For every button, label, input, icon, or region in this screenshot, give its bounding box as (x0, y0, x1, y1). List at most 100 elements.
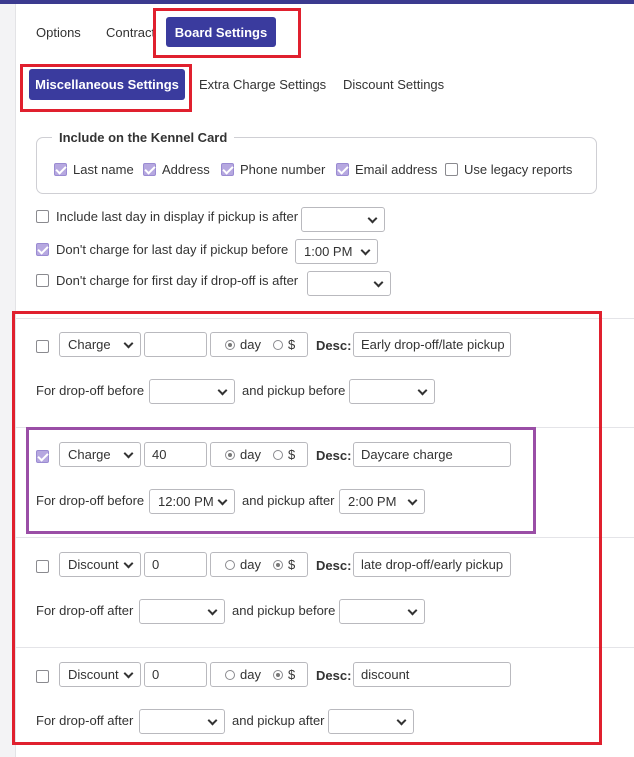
rule-4-checkbox[interactable] (36, 670, 49, 683)
chevron-down-icon (407, 495, 418, 506)
rule-1-pickup-select[interactable] (349, 379, 435, 404)
rule-1-unit-dollar-label: $ (288, 337, 296, 352)
rule-1-unit-group: day $ (210, 332, 308, 357)
rule-4-unit-day-label: day (240, 667, 261, 682)
rule-4-pickup-select[interactable] (328, 709, 414, 734)
email-address-checkbox[interactable] (336, 163, 349, 176)
rule-2-pickup-value: 2:00 PM (348, 494, 397, 509)
last-day-no-charge-time-value: 1:00 PM (304, 244, 353, 259)
address-checkbox[interactable] (143, 163, 156, 176)
divider (16, 427, 634, 428)
rule-3-amount-input[interactable]: 0 (144, 552, 207, 577)
rule-3-unit-group: day $ (210, 552, 308, 577)
rule-2-unit-day-label: day (240, 447, 261, 462)
rule-3-checkbox[interactable] (36, 560, 49, 573)
rule-4-desc-label: Desc: (316, 668, 352, 683)
chevron-down-icon (207, 715, 218, 726)
rule-3-type-value: Discount (68, 557, 119, 572)
phone-number-label: Phone number (240, 162, 326, 177)
chevron-down-icon (217, 385, 228, 396)
rule-2-checkbox[interactable] (36, 450, 49, 463)
rule-1-pickup-label: and pickup before (242, 383, 346, 398)
rule-1-type-select[interactable]: Charge (59, 332, 141, 357)
first-day-no-charge-checkbox[interactable] (36, 274, 49, 287)
rule-3-pickup-label: and pickup before (232, 603, 336, 618)
rule-2-unit-group: day $ (210, 442, 308, 467)
divider (16, 647, 634, 648)
last-day-no-charge-time-select[interactable]: 1:00 PM (295, 239, 378, 264)
rule-1-amount-input[interactable] (144, 332, 207, 357)
chevron-down-icon (123, 558, 134, 569)
rule-3-unit-day-radio[interactable] (225, 560, 235, 570)
rule-2-dropoff-value: 12:00 PM (158, 494, 214, 509)
last-name-checkbox[interactable] (54, 163, 67, 176)
rule-2-unit-day-radio[interactable] (225, 450, 235, 460)
rule-4-unit-dollar-label: $ (288, 667, 296, 682)
rule-4-type-select[interactable]: Discount (59, 662, 141, 687)
use-legacy-reports-label: Use legacy reports (464, 162, 573, 177)
chevron-down-icon (367, 213, 378, 224)
rule-1-desc-label: Desc: (316, 338, 352, 353)
chevron-down-icon (360, 245, 371, 256)
include-last-day-label: Include last day in display if pickup is… (56, 209, 299, 224)
phone-number-checkbox[interactable] (221, 163, 234, 176)
rule-2-unit-dollar-radio[interactable] (273, 450, 283, 460)
divider (16, 318, 634, 319)
rule-1-desc-input[interactable]: Early drop-off/late pickup (353, 332, 511, 357)
rule-2-type-select[interactable]: Charge (59, 442, 141, 467)
rule-1-unit-day-label: day (240, 337, 261, 352)
rule-3-unit-dollar-radio[interactable] (273, 560, 283, 570)
last-day-no-charge-checkbox[interactable] (36, 243, 49, 256)
rule-2-amount-input[interactable]: 40 (144, 442, 207, 467)
chevron-down-icon (123, 668, 134, 679)
chevron-down-icon (217, 495, 228, 506)
rule-3-dropoff-label: For drop-off after (36, 603, 134, 618)
tab-contract[interactable]: Contract (106, 25, 155, 40)
rule-3-pickup-select[interactable] (339, 599, 425, 624)
chevron-down-icon (123, 448, 134, 459)
rule-1-unit-dollar-radio[interactable] (273, 340, 283, 350)
last-day-no-charge-label: Don't charge for last day if pickup befo… (56, 242, 289, 257)
last-name-label: Last name (73, 162, 134, 177)
rule-4-dropoff-select[interactable] (139, 709, 225, 734)
rule-2-dropoff-select[interactable]: 12:00 PM (149, 489, 235, 514)
include-last-day-checkbox[interactable] (36, 210, 49, 223)
tab-miscellaneous-settings[interactable]: Miscellaneous Settings (29, 69, 185, 100)
rule-3-type-select[interactable]: Discount (59, 552, 141, 577)
rule-1-dropoff-label: For drop-off before (36, 383, 145, 398)
rule-2-type-value: Charge (68, 447, 111, 462)
rule-4-amount-input[interactable]: 0 (144, 662, 207, 687)
tab-discount-settings[interactable]: Discount Settings (343, 77, 444, 92)
chevron-down-icon (373, 277, 384, 288)
first-day-no-charge-time-select[interactable] (307, 271, 391, 296)
divider (16, 537, 634, 538)
rule-1-unit-day-radio[interactable] (225, 340, 235, 350)
tab-extra-charge-settings[interactable]: Extra Charge Settings (199, 77, 326, 92)
rule-2-pickup-select[interactable]: 2:00 PM (339, 489, 425, 514)
rule-3-unit-day-label: day (240, 557, 261, 572)
rule-2-desc-input[interactable]: Daycare charge (353, 442, 511, 467)
rule-4-desc-input[interactable]: discount (353, 662, 511, 687)
rule-2-dropoff-label: For drop-off before (36, 493, 145, 508)
left-gutter (0, 4, 16, 757)
rule-4-unit-dollar-radio[interactable] (273, 670, 283, 680)
chevron-down-icon (417, 385, 428, 396)
rule-1-type-value: Charge (68, 337, 111, 352)
rule-3-desc-label: Desc: (316, 558, 352, 573)
rule-4-unit-day-radio[interactable] (225, 670, 235, 680)
rule-1-checkbox[interactable] (36, 340, 49, 353)
tab-options[interactable]: Options (36, 25, 81, 40)
rule-4-unit-group: day $ (210, 662, 308, 687)
rule-1-dropoff-select[interactable] (149, 379, 235, 404)
rule-3-dropoff-select[interactable] (139, 599, 225, 624)
rule-3-desc-input[interactable]: late drop-off/early pickup (353, 552, 511, 577)
include-last-day-time-select[interactable] (301, 207, 385, 232)
rule-4-type-value: Discount (68, 667, 119, 682)
email-address-label: Email address (355, 162, 438, 177)
rule-3-unit-dollar-label: $ (288, 557, 296, 572)
use-legacy-reports-checkbox[interactable] (445, 163, 458, 176)
tab-board-settings[interactable]: Board Settings (166, 17, 276, 47)
first-day-no-charge-label: Don't charge for first day if drop-off i… (56, 273, 299, 288)
rule-2-unit-dollar-label: $ (288, 447, 296, 462)
rule-2-pickup-label: and pickup after (242, 493, 335, 508)
